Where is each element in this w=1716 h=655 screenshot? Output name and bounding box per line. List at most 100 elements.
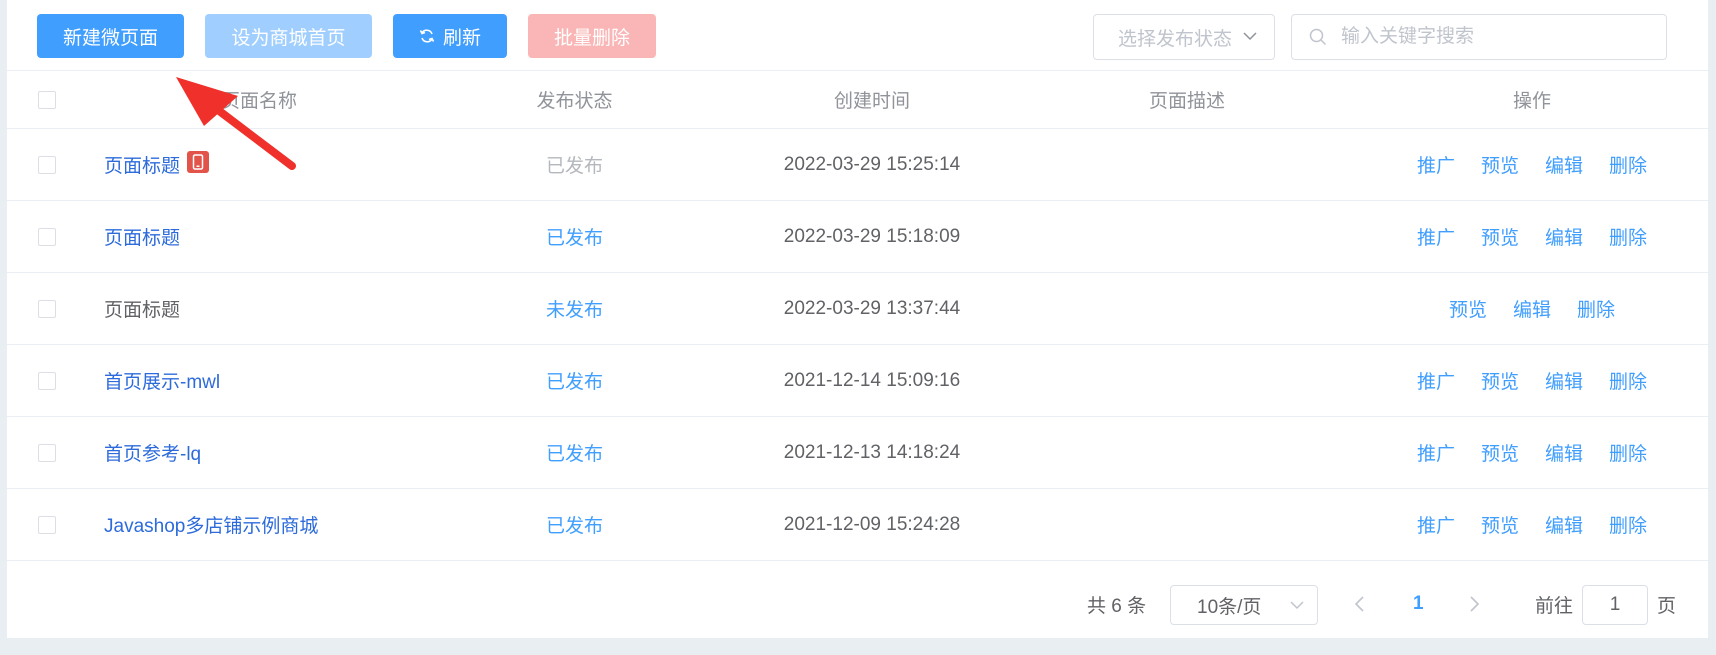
edit-link[interactable]: 编辑 [1545,151,1583,178]
ops-cell: 预览 编辑 删除 [1387,273,1677,344]
desc-cell [1037,417,1337,488]
promote-link[interactable]: 推广 [1417,223,1455,250]
status-cell: 已发布 [487,489,662,560]
set-home-button[interactable]: 设为商城首页 [205,14,372,58]
edit-link[interactable]: 编辑 [1545,511,1583,538]
promote-link[interactable]: 推广 [1417,367,1455,394]
page-name-cell: 首页展示-mwl [104,345,220,416]
delete-link[interactable]: 删除 [1609,511,1647,538]
page-name-cell: Javashop多店铺示例商城 [104,489,318,560]
chevron-left-icon [1354,596,1364,612]
status-cell: 已发布 [487,417,662,488]
time-cell: 2021-12-14 15:09:16 [783,369,961,391]
page-size-select[interactable]: 10条/页 [1170,585,1318,625]
edit-link[interactable]: 编辑 [1513,295,1551,322]
time-cell: 2022-03-29 13:37:44 [783,297,961,319]
page-name-cell: 页面标题 [104,129,210,200]
table-row: Javashop多店铺示例商城 已发布 2021-12-09 15:24:28 … [7,489,1708,561]
promote-link[interactable]: 推广 [1417,439,1455,466]
ops-cell: 推广 预览 编辑 删除 [1387,129,1677,200]
status-text: 已发布 [545,156,603,177]
preview-link[interactable]: 预览 [1449,295,1487,322]
table-row: 页面标题 已发布 2022-03-29 15:25:14 推广 预览 编辑 删除 [7,129,1708,201]
page-size-value: 10条/页 [1197,596,1262,618]
page-name-link[interactable]: 页面标题 [104,151,180,178]
page-number-current[interactable]: 1 [1413,584,1424,624]
header-time: 创建时间 [833,91,910,112]
chevron-down-icon [1289,597,1305,619]
goto-page-input[interactable]: 1 [1582,585,1648,625]
row-checkbox[interactable] [38,371,56,390]
ops-cell: 推广 预览 编辑 删除 [1387,345,1677,416]
status-text: 已发布 [545,444,603,465]
search-icon [1309,28,1327,46]
page-name-link[interactable]: 页面标题 [104,223,180,250]
table-row: 首页展示-mwl 已发布 2021-12-14 15:09:16 推广 预览 编… [7,345,1708,417]
chevron-down-icon [1242,28,1258,50]
ops-cell: 推广 预览 编辑 删除 [1387,417,1677,488]
batch-delete-button[interactable]: 批量删除 [528,14,656,58]
status-cell: 已发布 [487,129,662,200]
row-checkbox[interactable] [38,155,56,174]
edit-link[interactable]: 编辑 [1545,223,1583,250]
status-text: 已发布 [545,372,603,393]
page-name-link[interactable]: 首页参考-lq [104,439,201,466]
desc-cell [1037,345,1337,416]
edit-link[interactable]: 编辑 [1545,367,1583,394]
desc-cell [1037,201,1337,272]
page-name-cell: 页面标题 [104,273,180,344]
delete-link[interactable]: 删除 [1577,295,1615,322]
page-name-text: 页面标题 [104,300,181,321]
delete-link[interactable]: 删除 [1609,439,1647,466]
goto-label: 前往 [1535,595,1574,617]
table-row: 页面标题 未发布 2022-03-29 13:37:44 预览 编辑 删除 [7,273,1708,345]
page-name-cell: 首页参考-lq [104,417,201,488]
page-name-link[interactable]: 首页展示-mwl [104,367,220,394]
desc-cell [1037,489,1337,560]
page-name-link[interactable]: Javashop多店铺示例商城 [104,511,318,538]
status-select-placeholder: 选择发布状态 [1118,28,1233,50]
ops-cell: 推广 预览 编辑 删除 [1387,201,1677,272]
refresh-button[interactable]: 刷新 [393,14,507,58]
status-text: 已发布 [545,516,603,537]
row-checkbox[interactable] [38,515,56,534]
search-box[interactable] [1291,14,1667,60]
table-header: 页面名称 发布状态 创建时间 页面描述 操作 [7,71,1708,129]
promote-link[interactable]: 推广 [1417,151,1455,178]
next-page-button[interactable] [1467,584,1481,624]
preview-link[interactable]: 预览 [1481,151,1519,178]
delete-link[interactable]: 删除 [1609,223,1647,250]
header-desc: 页面描述 [1148,91,1225,112]
row-checkbox[interactable] [38,227,56,246]
status-cell: 未发布 [487,273,662,344]
time-cell: 2022-03-29 15:25:14 [783,153,961,175]
promote-link[interactable]: 推广 [1417,511,1455,538]
preview-link[interactable]: 预览 [1481,439,1519,466]
row-checkbox[interactable] [38,299,56,318]
time-cell: 2021-12-09 15:24:28 [783,513,961,535]
pagination-total: 共 6 条 [1087,595,1147,617]
prev-page-button[interactable] [1353,584,1367,624]
preview-link[interactable]: 预览 [1481,223,1519,250]
delete-link[interactable]: 删除 [1609,151,1647,178]
ops-cell: 推广 预览 编辑 删除 [1387,489,1677,560]
time-cell: 2021-12-13 14:18:24 [783,441,961,463]
page-name-cell: 页面标题 [104,201,180,272]
create-page-button[interactable]: 新建微页面 [37,14,184,58]
refresh-label: 刷新 [442,27,481,49]
mobile-home-icon [187,150,210,173]
table-row: 页面标题 已发布 2022-03-29 15:18:09 推广 预览 编辑 删除 [7,201,1708,273]
status-text: 未发布 [545,300,603,321]
preview-link[interactable]: 预览 [1481,511,1519,538]
refresh-icon [419,28,435,44]
search-input[interactable] [1339,25,1643,49]
row-checkbox[interactable] [38,443,56,462]
delete-link[interactable]: 删除 [1609,367,1647,394]
select-all-checkbox[interactable] [38,90,56,109]
edit-link[interactable]: 编辑 [1545,439,1583,466]
table-row: 首页参考-lq 已发布 2021-12-13 14:18:24 推广 预览 编辑… [7,417,1708,489]
time-cell: 2022-03-29 15:18:09 [783,225,961,247]
header-ops: 操作 [1512,91,1551,112]
preview-link[interactable]: 预览 [1481,367,1519,394]
status-select[interactable]: 选择发布状态 [1093,14,1275,60]
